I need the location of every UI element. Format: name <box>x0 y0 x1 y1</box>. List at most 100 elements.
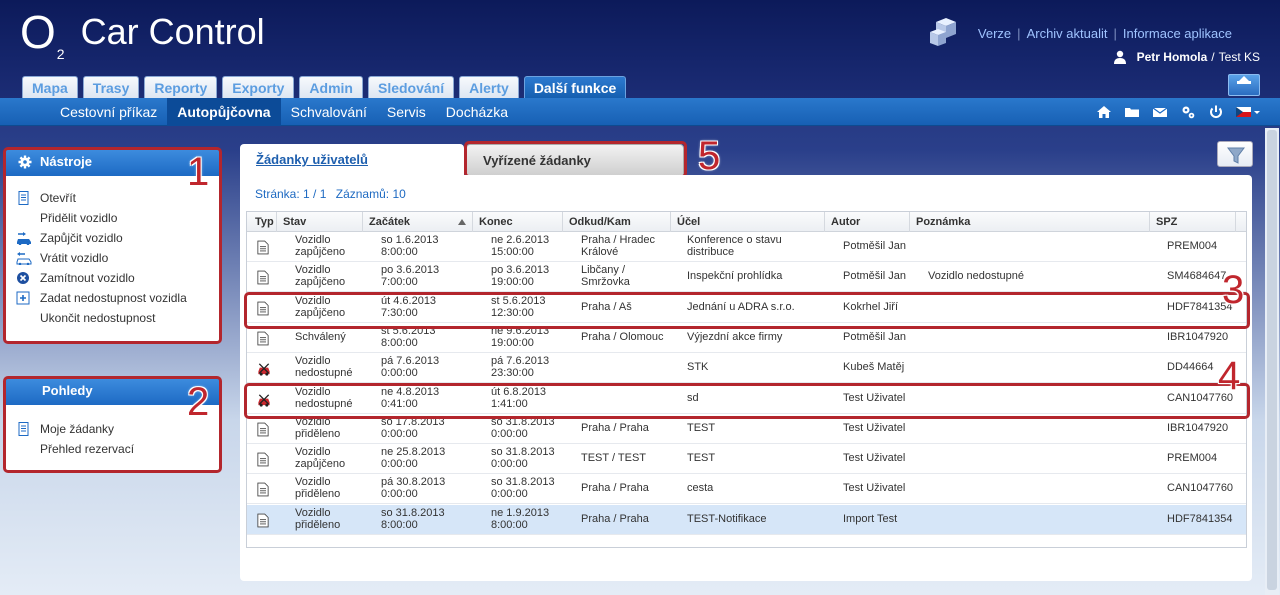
table-row[interactable]: Vozidlo zapůjčeno po 3.6.2013 7:00:00 po 3.6… <box>247 262 1246 293</box>
cell-ucel-line1: Výjezdní akce firmy <box>687 330 783 343</box>
col-autor[interactable]: Autor <box>825 212 910 232</box>
cell-spz: SM4684647 <box>1167 270 1227 283</box>
col-ucel[interactable]: Účel <box>671 212 825 232</box>
document-icon <box>257 422 269 437</box>
document-icon <box>257 513 269 528</box>
cell-stav-line2: nedostupné <box>295 367 353 380</box>
cell-ucel-line1: TEST <box>687 452 716 465</box>
tab-trasy[interactable]: Trasy <box>82 76 140 98</box>
folder-icon[interactable] <box>1124 104 1140 120</box>
table-header: Typ Stav Začátek Konec Odkud/Kam Účel Au… <box>247 212 1246 232</box>
table-row[interactable]: Vozidlo přiděleno pá 30.8.2013 0:00:00 so 31… <box>247 474 1246 505</box>
document-icon <box>257 483 269 497</box>
cell-konec-line2: 8:00:00 <box>491 518 528 531</box>
logo-2: 2 <box>56 46 65 62</box>
cell-autor: Import Test <box>843 512 898 525</box>
tab-exporty[interactable]: Exporty <box>222 76 295 98</box>
col-spz[interactable]: SPZ <box>1150 212 1236 232</box>
cell-konec-line2: 15:00:00 <box>491 246 534 258</box>
col-poznamka[interactable]: Poznámka <box>910 212 1150 232</box>
settings-icon[interactable] <box>1180 104 1196 120</box>
col-typ[interactable]: Typ <box>247 212 277 232</box>
pager: Stránka: 1 / 1 Záznamů: 10 <box>255 187 406 201</box>
cell-odkud-kam: TEST / TEST <box>581 444 646 474</box>
subnav-schvalovani[interactable]: Schvalování <box>281 98 377 126</box>
header-links: Verze | Archiv aktualit | Informace aplikace <box>977 26 1232 41</box>
home-icon[interactable] <box>1096 104 1112 120</box>
app-title: Car Control <box>80 11 265 52</box>
document-icon <box>257 331 269 346</box>
highlight-frame-4 <box>244 383 1250 419</box>
main-tabs: Mapa Trasy Reporty Exporty Admin Sledová… <box>22 76 627 98</box>
table-row[interactable]: Vozidlo zapůjčeno so 1.6.2013 8:00:00 ne 2.6… <box>247 232 1246 262</box>
tab-mapa[interactable]: Mapa <box>22 76 78 98</box>
collapse-header-button[interactable] <box>1228 74 1260 96</box>
link-informace-aplikace[interactable]: Informace aplikace <box>1123 26 1232 41</box>
flag-cz-icon[interactable] <box>1236 104 1260 120</box>
cell-spz: PREM004 <box>1167 240 1218 252</box>
col-stav[interactable]: Stav <box>277 212 363 232</box>
cell-ucel-line1: Inspekční prohlídka <box>687 270 783 283</box>
cell-stav-line1: Vozidlo <box>295 446 331 459</box>
user-name[interactable]: Petr Homola <box>1137 50 1208 64</box>
cell-odkud-kam: Libčany / Smržovka <box>581 262 630 292</box>
cell-autor: Kubeš Matěj <box>843 361 905 374</box>
cell-konec-line2: 0:00:00 <box>491 427 528 440</box>
scrollbar-thumb[interactable] <box>1267 130 1277 590</box>
cell-ucel-line1: cesta <box>687 482 714 495</box>
filter-icon <box>1227 147 1245 164</box>
cell-ucel: STK <box>687 353 708 383</box>
tab-alerty[interactable]: Alerty <box>459 76 519 98</box>
power-icon[interactable] <box>1208 104 1224 120</box>
pager-count: 10 <box>392 187 406 201</box>
table-row[interactable]: Vozidlo nedostupné pá 7.6.2013 0:00:00 pá 7.… <box>247 353 1246 384</box>
callout-3: 3 <box>1222 268 1245 312</box>
tab-dalsi-funkce[interactable]: Další funkce <box>523 76 627 98</box>
document-icon <box>257 240 269 255</box>
link-verze[interactable]: Verze <box>978 26 1011 41</box>
cell-odkud-kam: Praha / Hradec Králové <box>581 232 655 262</box>
mail-icon[interactable] <box>1152 104 1168 120</box>
subnav-dochazka[interactable]: Docházka <box>436 98 518 126</box>
user-role: Test KS <box>1218 50 1260 64</box>
cell-ucel: TEST-Notifikace <box>687 505 766 535</box>
cell-konec-line1: pá 7.6.2013 <box>491 355 550 368</box>
table-row[interactable]: Vozidlo přiděleno so 31.8.2013 8:00:00 ne 1.… <box>247 504 1246 535</box>
cell-konec-line1: ne 1.9.2013 <box>491 506 550 519</box>
cell-stav: Vozidlo nedostupné <box>295 353 353 383</box>
user-separator: / <box>1211 50 1215 64</box>
tab-admin[interactable]: Admin <box>299 76 363 98</box>
cell-konec: ne 1.9.2013 8:00:00 <box>491 505 549 535</box>
callout-1: 1 <box>187 150 210 194</box>
filter-button[interactable] <box>1217 141 1253 167</box>
tab-zadanky-uzivatelu[interactable]: Žádanky uživatelů <box>240 144 464 176</box>
page-scrollbar[interactable] <box>1265 128 1279 595</box>
cell-ucel-line1: STK <box>687 361 709 374</box>
subnav-cestovni-prikaz[interactable]: Cestovní příkaz <box>50 98 167 126</box>
cell-ucel-line2: distribuce <box>687 246 735 258</box>
table-row[interactable]: Vozidlo zapůjčeno ne 25.8.2013 0:00:00 so 31… <box>247 444 1246 475</box>
requests-table: Typ Stav Začátek Konec Odkud/Kam Účel Au… <box>246 211 1247 548</box>
cell-ucel-line1: Konference o stavu <box>687 234 782 246</box>
tab-sledovani[interactable]: Sledování <box>367 76 455 98</box>
user-icon <box>1113 50 1126 64</box>
subnav-servis[interactable]: Servis <box>377 98 436 126</box>
tab-reporty[interactable]: Reporty <box>144 76 218 98</box>
cell-konec: so 31.8.2013 0:00:00 <box>491 474 555 504</box>
subnav-autopujcovna[interactable]: Autopůjčovna <box>167 98 281 126</box>
link-archiv-aktualit[interactable]: Archiv aktualit <box>1027 26 1108 41</box>
cell-zacatek-line2: 0:00:00 <box>381 367 418 380</box>
cell-poznamka: Vozidlo nedostupné <box>928 270 1025 283</box>
cell-zacatek: so 31.8.2013 8:00:00 <box>381 505 445 535</box>
cell-odkud-kam-line1: Libčany / <box>581 264 626 277</box>
cubes-icon <box>930 18 956 46</box>
cell-konec: ne 2.6.2013 15:00:00 <box>491 232 549 262</box>
logo-o: O <box>20 6 56 58</box>
col-odkud-kam[interactable]: Odkud/Kam <box>563 212 671 232</box>
cell-odkud-kam: Praha / Praha <box>581 505 649 535</box>
document-icon <box>257 452 269 467</box>
cell-autor: Potměšil Jan <box>843 270 906 283</box>
col-konec[interactable]: Konec <box>473 212 563 232</box>
col-zacatek[interactable]: Začátek <box>363 212 473 232</box>
highlight-frame-3 <box>244 292 1250 329</box>
